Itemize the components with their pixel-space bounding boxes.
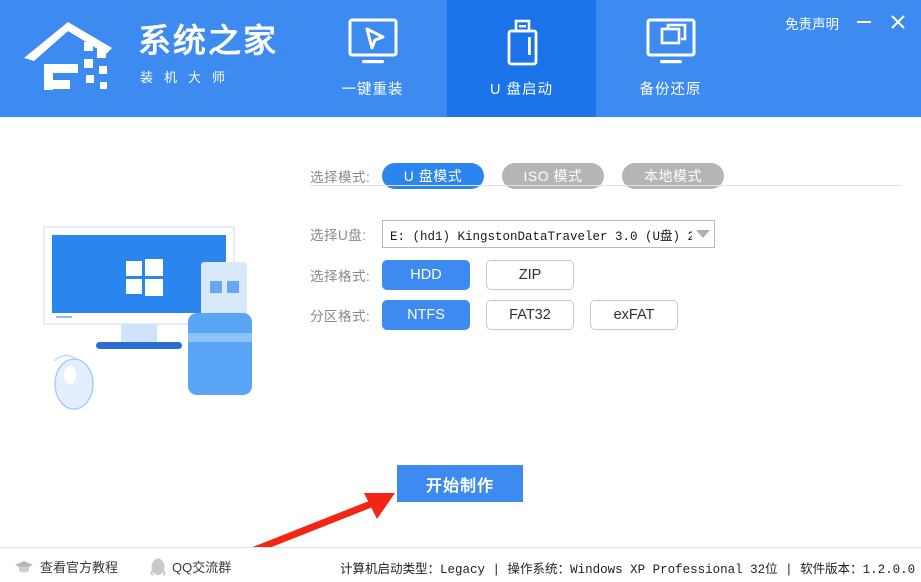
format-row: 选择格式: HDD ZIP: [310, 260, 590, 290]
minimize-icon: [857, 21, 871, 23]
usb-drive-icon: [507, 19, 537, 66]
tab-usb-boot[interactable]: U 盘启动: [447, 0, 596, 117]
format-option-hdd[interactable]: HDD: [382, 260, 470, 290]
system-info: 计算机启动类型：Legacy | 操作系统：Windows XP Profess…: [340, 558, 915, 577]
qq-penguin-icon: [150, 557, 166, 576]
main-content: 选择模式: U 盘模式 ISO 模式 本地模式 选择U盘: E: (hd1) K…: [0, 117, 921, 582]
minimize-button[interactable]: [851, 10, 877, 34]
partition-label: 分区格式:: [310, 309, 371, 324]
tutorial-link[interactable]: 查看官方教程: [14, 557, 118, 576]
graduation-cap-icon: [14, 559, 34, 575]
start-make-button[interactable]: 开始制作: [397, 465, 523, 502]
os-value: Windows XP Professional 32位: [570, 563, 778, 577]
brand-title: 系统之家: [138, 22, 278, 59]
version-value: 1.2.0.0: [862, 563, 916, 577]
status-bar: 查看官方教程 QQ交流群 计算机启动类型：Legacy | 操作系统：Windo…: [0, 547, 921, 582]
format-label: 选择格式:: [310, 269, 371, 284]
app-logo: 系统之家 装机大师: [20, 12, 290, 104]
boot-type-value: Legacy: [440, 563, 486, 577]
tab-backup-restore[interactable]: 备份还原: [596, 0, 745, 117]
tab-label: 备份还原: [639, 82, 702, 98]
brand-mark-icon: [24, 22, 112, 90]
app-window: 系统之家 装机大师 一键重装 U 盘启动 备份还原 免责声明 选择模式: U 盘…: [0, 0, 921, 582]
qq-group-label: QQ交流群: [172, 560, 232, 575]
tab-label: U 盘启动: [490, 82, 553, 98]
monitor-cursor-icon: [348, 18, 397, 64]
brand-subtitle: 装机大师: [140, 70, 237, 85]
usb-select-label: 选择U盘:: [310, 228, 367, 243]
partition-option-ntfs[interactable]: NTFS: [382, 300, 470, 330]
close-icon: [891, 15, 905, 29]
title-bar: 系统之家 装机大师 一键重装 U 盘启动 备份还原 免责声明: [0, 0, 921, 117]
version-label: 软件版本：: [800, 562, 863, 576]
mode-label: 选择模式:: [310, 170, 371, 185]
boot-type-label: 计算机启动类型：: [340, 562, 441, 576]
info-separator-2: |: [777, 563, 801, 577]
partition-row: 分区格式: NTFS FAT32 exFAT: [310, 300, 694, 330]
section-divider: [310, 185, 902, 186]
partition-option-exfat[interactable]: exFAT: [590, 300, 678, 330]
windows-restore-icon: [646, 18, 695, 64]
tutorial-label: 查看官方教程: [40, 560, 119, 575]
os-label: 操作系统：: [507, 562, 571, 576]
qq-group-link[interactable]: QQ交流群: [150, 557, 231, 576]
usb-select-dropdown[interactable]: E: (hd1) KingstonDataTraveler 3.0 (U盘) 2…: [382, 220, 715, 248]
settings-form: 选择模式: U 盘模式 ISO 模式 本地模式 选择U盘: E: (hd1) K…: [310, 117, 910, 582]
usb-select-value: E: (hd1) KingstonDataTraveler 3.0 (U盘) 2…: [390, 229, 692, 244]
tab-label: 一键重装: [341, 82, 404, 98]
disclaimer-link[interactable]: 免责声明: [785, 13, 839, 33]
chevron-down-icon: [696, 230, 710, 238]
usb-boot-illustration: [43, 226, 252, 410]
close-button[interactable]: [885, 10, 911, 34]
format-option-zip[interactable]: ZIP: [486, 260, 574, 290]
info-separator-1: |: [485, 563, 508, 577]
usb-select-row: 选择U盘: E: (hd1) KingstonDataTraveler 3.0 …: [310, 220, 715, 248]
tab-one-key-reinstall[interactable]: 一键重装: [298, 0, 447, 117]
partition-option-fat32[interactable]: FAT32: [486, 300, 574, 330]
